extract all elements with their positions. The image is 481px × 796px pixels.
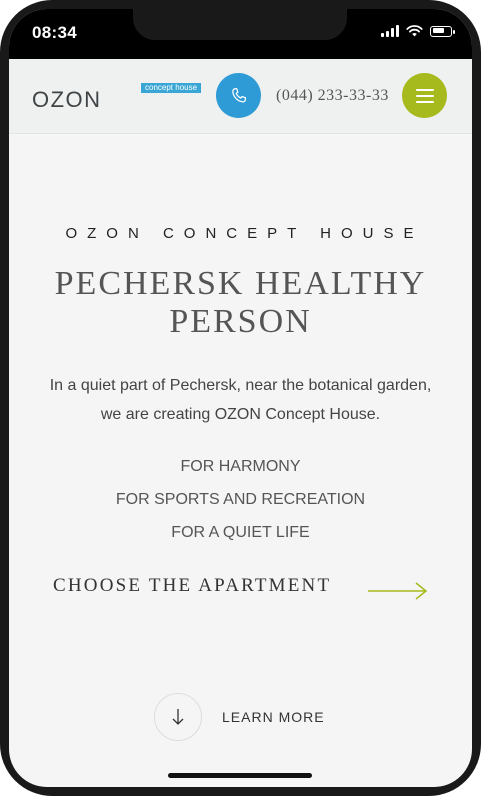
feature-list: FOR HARMONY FOR SPORTS AND RECREATION FO… <box>9 450 472 549</box>
device-frame: 08:34 OZON concept house (044) 233-33-33… <box>0 0 481 796</box>
arrow-right-icon <box>368 582 428 600</box>
arrow-down-icon <box>172 709 184 725</box>
battery-icon <box>430 25 455 37</box>
learn-more-label: LEARN MORE <box>222 709 325 725</box>
menu-icon-line <box>415 94 434 97</box>
phone-number-link[interactable]: (044) 233-33-33 <box>276 87 389 105</box>
hero-title: PECHERSK HEALTHY PERSON <box>54 265 427 340</box>
signal-icon <box>381 25 399 37</box>
logo-badge: concept house <box>141 83 202 93</box>
hero-intro: In a quiet part of Pechersk, near the bo… <box>49 377 432 423</box>
home-indicator <box>168 773 312 778</box>
screen: 08:34 OZON concept house (044) 233-33-33… <box>9 9 472 787</box>
scroll-down-button[interactable] <box>154 693 202 741</box>
feature-item: FOR HARMONY <box>180 458 301 475</box>
logo-wordmark: OZON <box>32 87 102 112</box>
status-time: 08:34 <box>32 23 77 42</box>
site-header: OZON concept house (044) 233-33-33 <box>9 59 472 134</box>
logo[interactable]: OZON concept house <box>32 83 202 113</box>
learn-more-link[interactable]: LEARN MORE <box>154 693 325 741</box>
status-icons <box>381 25 455 37</box>
menu-icon-line <box>415 88 434 91</box>
wifi-icon <box>406 25 423 37</box>
phone-icon <box>231 87 246 102</box>
call-button[interactable] <box>216 73 261 118</box>
hero-eyebrow: OZON CONCEPT HOUSE <box>65 225 424 242</box>
choose-apartment-button[interactable]: CHOOSE THE APARTMENT <box>53 575 433 600</box>
feature-item: FOR SPORTS AND RECREATION <box>115 491 366 508</box>
menu-button[interactable] <box>402 73 447 118</box>
cta-label: CHOOSE THE APARTMENT <box>53 575 332 596</box>
notch <box>133 9 347 40</box>
menu-icon-line <box>415 100 434 103</box>
status-bar: 08:34 <box>9 9 472 59</box>
feature-item: FOR A QUIET LIFE <box>171 524 310 541</box>
